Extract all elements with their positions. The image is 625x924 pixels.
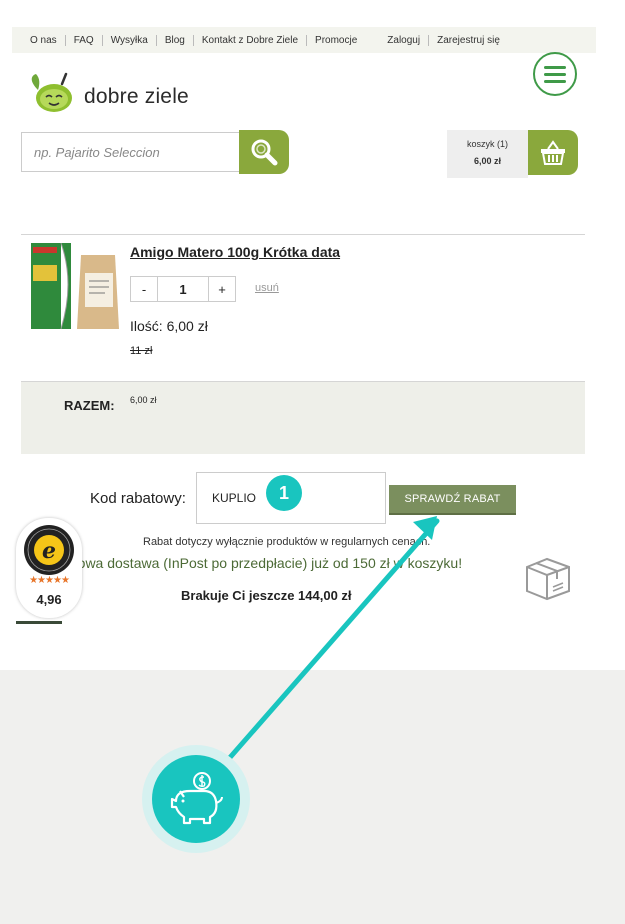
cart-total: 6,00 zł	[473, 156, 502, 166]
coupon-label: Kod rabatowy:	[90, 490, 186, 507]
logo[interactable]: dobre ziele	[28, 72, 189, 114]
missing-amount: Brakuje Ci jeszcze 144,00 zł	[181, 588, 352, 603]
product-image[interactable]	[31, 242, 126, 331]
quantity-stepper: - 1 +	[130, 276, 236, 302]
top-navigation: O nas FAQ Wysyłka Blog Kontakt z Dobre Z…	[12, 27, 596, 53]
piggy-bank-button	[152, 755, 240, 843]
trusted-shops-seal: e	[24, 525, 74, 575]
trusted-shops-badge[interactable]: e ★★★★★ 4,96	[16, 518, 82, 624]
check-coupon-button[interactable]: SPRAWDŹ RABAT	[389, 485, 516, 515]
search-button[interactable]	[239, 130, 289, 174]
page: O nas FAQ Wysyłka Blog Kontakt z Dobre Z…	[0, 0, 625, 670]
old-price: 11 zł	[130, 345, 153, 357]
login-link[interactable]: Zaloguj	[379, 34, 430, 46]
nav-item-faq[interactable]: FAQ	[66, 34, 103, 46]
cart-count: koszyk (1)	[466, 139, 508, 149]
order-summary: RAZEM: 6,00 zł	[21, 381, 585, 454]
shipping-info: mowa dostawa (InPost po przedpłacie) już…	[66, 555, 463, 571]
cart-summary[interactable]: koszyk (1) 6,00 zł	[447, 130, 528, 178]
product-image-graphic	[31, 242, 119, 330]
product-title[interactable]: Amigo Matero 100g Krótka data	[130, 244, 340, 260]
nav-item-wysylka[interactable]: Wysyłka	[103, 34, 157, 46]
nav-item-blog[interactable]: Blog	[157, 34, 194, 46]
piggy-bank-icon	[170, 772, 223, 825]
qty-plus-button[interactable]: +	[208, 276, 236, 302]
box-icon	[526, 557, 570, 601]
total-label: RAZEM:	[64, 398, 115, 413]
register-link[interactable]: Zarejestruj się	[429, 35, 508, 46]
qty-price-line: Ilość: 6,00 zł	[130, 318, 208, 334]
logo-icon	[31, 72, 72, 112]
hamburger-menu-button[interactable]	[533, 52, 577, 96]
nav-item-o-nas[interactable]: O nas	[12, 34, 66, 46]
qty-input[interactable]: 1	[158, 276, 208, 302]
step-badge: 1	[266, 475, 302, 511]
divider	[21, 234, 585, 235]
nav-item-kontakt[interactable]: Kontakt z Dobre Ziele	[194, 34, 308, 46]
svg-text:e: e	[42, 538, 56, 564]
cart-button[interactable]	[528, 130, 578, 175]
basket-icon	[541, 139, 565, 165]
logo-text: dobre ziele	[84, 85, 189, 108]
remove-link[interactable]: usuń	[255, 282, 279, 294]
coupon-value: KUPLIO	[212, 491, 257, 505]
qty-minus-button[interactable]: -	[130, 276, 158, 302]
search-placeholder: np. Pajarito Seleccion	[34, 144, 160, 160]
search-icon	[251, 139, 278, 166]
total-value: 6,00 zł	[130, 395, 157, 405]
trusted-shops-tab	[16, 612, 62, 624]
rating-stars: ★★★★★	[29, 575, 70, 586]
search-input[interactable]: np. Pajarito Seleccion	[21, 132, 239, 172]
hamburger-icon	[544, 65, 566, 69]
hamburger-icon-line-2	[544, 72, 566, 76]
hamburger-icon-line-3	[544, 79, 566, 83]
coupon-note: Rabat dotyczy wyłącznie produktów w regu…	[143, 536, 431, 548]
nav-item-promocje[interactable]: Promocje	[307, 35, 365, 46]
rating-value: 4,96	[36, 592, 62, 607]
